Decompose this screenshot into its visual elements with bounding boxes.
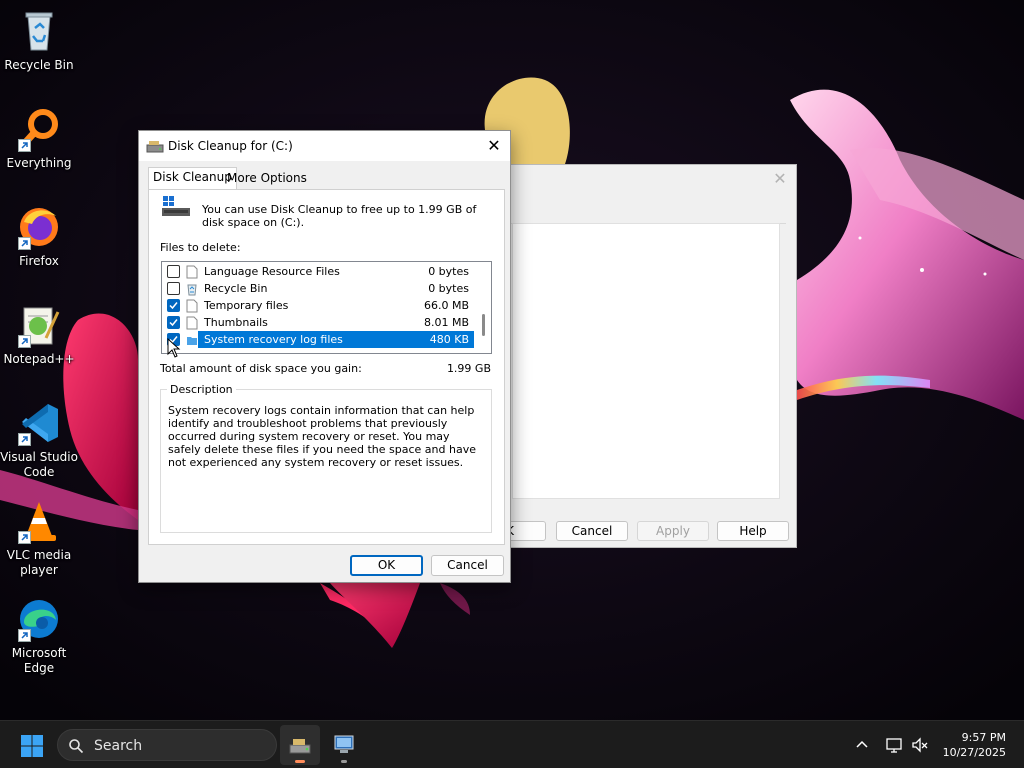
file-size: 66.0 MB xyxy=(423,299,469,312)
recycle-bin-icon xyxy=(187,284,197,295)
files-to-delete-label: Files to delete: xyxy=(160,241,241,254)
desktop-icon-label: VLC media player xyxy=(6,548,72,577)
shortcut-arrow-icon xyxy=(18,139,31,152)
list-item[interactable]: Language Resource Files 0 bytes xyxy=(162,263,474,280)
shortcut-arrow-icon xyxy=(18,335,31,348)
desktop-icon-label: Recycle Bin xyxy=(4,58,74,72)
checkbox[interactable] xyxy=(167,265,180,278)
file-icon xyxy=(186,316,198,329)
file-name: Recycle Bin xyxy=(204,282,268,295)
vertical-scrollbar[interactable] xyxy=(474,262,491,353)
help-button[interactable]: Help xyxy=(717,521,789,541)
cancel-button[interactable]: Cancel xyxy=(556,521,628,541)
chevron-up-icon[interactable] xyxy=(852,735,872,755)
file-icon xyxy=(186,265,198,278)
shortcut-arrow-icon xyxy=(18,531,31,544)
desktop-icon-edge[interactable]: Microsoft Edge xyxy=(0,596,78,676)
monitor-icon xyxy=(334,735,354,753)
taskbar-app-disk-cleanup[interactable] xyxy=(280,725,320,765)
desktop-icon-label: Notepad++ xyxy=(3,352,75,366)
notepad-plus-plus-icon xyxy=(16,302,62,348)
desktop-icon-label: Microsoft Edge xyxy=(11,646,67,675)
apply-button[interactable]: Apply xyxy=(637,521,709,541)
taskbar: Search 9:57 PM 10/27/2025 xyxy=(0,720,1024,768)
desktop-icon-vlc[interactable]: VLC media player xyxy=(0,498,78,578)
properties-panel xyxy=(512,223,780,499)
desktop-icon-label: Everything xyxy=(6,156,72,170)
mouse-cursor-icon xyxy=(167,338,181,358)
list-item-selected[interactable]: System recovery log files 480 KB xyxy=(162,331,474,348)
file-name: System recovery log files xyxy=(204,333,343,346)
vlc-cone-icon xyxy=(16,498,62,544)
file-size: 480 KB xyxy=(429,333,469,346)
shortcut-arrow-icon xyxy=(18,433,31,446)
description-group: Description System recovery logs contain… xyxy=(160,383,492,533)
file-name: Temporary files xyxy=(204,299,289,312)
file-size: 0 bytes xyxy=(428,282,469,295)
file-size: 0 bytes xyxy=(428,265,469,278)
search-icon xyxy=(69,739,84,754)
volume-muted-icon[interactable] xyxy=(910,735,930,755)
edge-icon xyxy=(16,596,62,642)
scrollbar-thumb[interactable] xyxy=(482,314,485,336)
search-placeholder: Search xyxy=(94,738,143,754)
close-icon[interactable]: ✕ xyxy=(772,171,788,187)
description-legend: Description xyxy=(167,383,236,396)
folder-icon xyxy=(187,336,197,345)
file-size: 8.01 MB xyxy=(423,316,469,329)
shortcut-arrow-icon xyxy=(18,629,31,642)
description-text: System recovery logs contain information… xyxy=(168,404,476,469)
cancel-button[interactable]: Cancel xyxy=(431,555,504,576)
file-icon xyxy=(186,299,198,312)
file-name: Thumbnails xyxy=(204,316,268,329)
disk-cleanup-tab-page: You can use Disk Cleanup to free up to 1… xyxy=(148,189,505,545)
windows-start-icon[interactable] xyxy=(20,734,44,758)
taskbar-app-drive-properties[interactable] xyxy=(324,725,364,765)
ok-button[interactable]: OK xyxy=(350,555,423,576)
everything-search-icon xyxy=(16,106,62,152)
tab-more-options[interactable]: More Options xyxy=(223,169,311,190)
running-indicator xyxy=(341,760,347,763)
desktop-icon-label: Firefox xyxy=(19,254,59,268)
disk-cleanup-dialog[interactable]: Disk Cleanup for (C:) ✕ Disk Cleanup Mor… xyxy=(138,130,511,583)
list-item[interactable]: Recycle Bin 0 bytes xyxy=(162,280,474,297)
desktop-icon-label: Visual Studio Code xyxy=(0,450,78,479)
taskbar-search-box[interactable]: Search xyxy=(57,729,277,761)
desktop-icon-notepad-plus-plus[interactable]: Notepad++ xyxy=(0,302,78,367)
total-gain-label: Total amount of disk space you gain: xyxy=(160,362,362,375)
drive-icon xyxy=(162,196,190,216)
active-indicator xyxy=(295,760,305,763)
recycle-bin-icon xyxy=(16,8,62,54)
shortcut-arrow-icon xyxy=(18,237,31,250)
checkbox[interactable] xyxy=(167,316,180,329)
clock-date: 10/27/2025 xyxy=(942,746,1006,759)
clock-time: 9:57 PM xyxy=(961,731,1006,744)
vscode-icon xyxy=(16,400,62,446)
drive-properties-window[interactable]: ✕ K Cancel Apply Help xyxy=(474,164,797,548)
list-item[interactable]: Thumbnails 8.01 MB xyxy=(162,314,474,331)
title-bar[interactable]: Disk Cleanup for (C:) ✕ xyxy=(139,131,510,161)
network-icon[interactable] xyxy=(884,735,904,755)
desktop-icon-everything[interactable]: Everything xyxy=(0,106,78,171)
header-description: You can use Disk Cleanup to free up to 1… xyxy=(202,203,477,229)
system-clock[interactable]: 9:57 PM 10/27/2025 xyxy=(943,730,1006,760)
close-icon[interactable]: ✕ xyxy=(484,136,504,156)
firefox-icon xyxy=(16,204,62,250)
window-title: Disk Cleanup for (C:) xyxy=(168,139,293,153)
list-item[interactable]: Temporary files 66.0 MB xyxy=(162,297,474,314)
file-name: Language Resource Files xyxy=(204,265,340,278)
files-to-delete-list[interactable]: Language Resource Files 0 bytes Recycle … xyxy=(161,261,492,354)
checkbox[interactable] xyxy=(167,299,180,312)
desktop-icon-vscode[interactable]: Visual Studio Code xyxy=(0,400,78,480)
disk-cleanup-icon xyxy=(289,739,311,754)
disk-cleanup-icon xyxy=(146,141,164,153)
checkbox[interactable] xyxy=(167,282,180,295)
desktop-icon-firefox[interactable]: Firefox xyxy=(0,204,78,269)
desktop-icon-recycle-bin[interactable]: Recycle Bin xyxy=(0,8,78,73)
total-gain-value: 1.99 GB xyxy=(446,362,491,375)
